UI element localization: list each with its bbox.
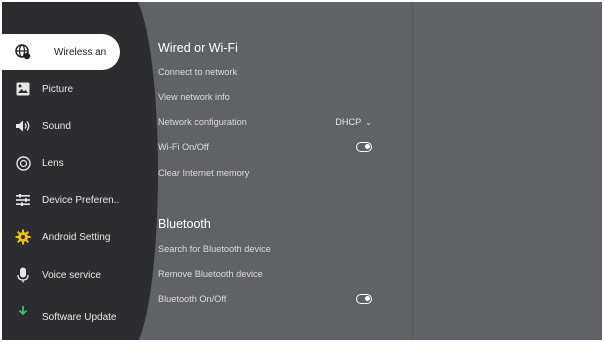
speaker-icon: [15, 118, 31, 134]
chevron-down-icon: ⌄: [365, 117, 372, 127]
sidebar-item-label: Wireless an: [54, 46, 107, 58]
view-network-info-label: View network info: [158, 92, 230, 102]
settings-screen: Wireless an Picture Sound Lens Device Pr…: [2, 2, 602, 340]
sidebar-item-label: Voice service: [42, 269, 101, 281]
bluetooth-section-title: Bluetooth: [158, 217, 211, 231]
view-network-info-item[interactable]: View network info: [158, 92, 372, 102]
picture-icon: [15, 81, 31, 97]
sidebar-item-wireless[interactable]: Wireless an: [2, 34, 120, 70]
sidebar-item-label: Device Preferen..: [42, 194, 120, 206]
connect-to-network-item[interactable]: Connect to network: [158, 67, 372, 77]
toggle-knob: [365, 144, 370, 149]
device-settings-icon: [15, 192, 31, 208]
sidebar-item-device-preferences[interactable]: Device Preferen..: [2, 182, 130, 218]
wired-section-title: Wired or Wi-Fi: [158, 41, 238, 55]
bluetooth-toggle-item[interactable]: Bluetooth On/Off: [158, 294, 372, 304]
download-icon: [15, 304, 31, 320]
lens-icon: [15, 155, 31, 171]
android-gear-icon: [15, 229, 31, 245]
sidebar-item-voice-service[interactable]: Voice service: [2, 257, 130, 293]
wifi-toggle-switch[interactable]: [356, 142, 372, 152]
microphone-icon: [15, 267, 31, 283]
clear-internet-memory-label: Clear Internet memory: [158, 168, 250, 178]
clear-internet-memory-item[interactable]: Clear Internet memory: [158, 168, 372, 178]
remove-bluetooth-label: Remove Bluetooth device: [158, 269, 263, 279]
search-bluetooth-item[interactable]: Search for Bluetooth device: [158, 244, 372, 254]
wifi-globe-icon: [15, 44, 31, 60]
search-bluetooth-label: Search for Bluetooth device: [158, 244, 271, 254]
wifi-toggle-item[interactable]: Wi-Fi On/Off: [158, 142, 372, 152]
sidebar-item-picture[interactable]: Picture: [2, 71, 130, 107]
network-configuration-label: Network configuration: [158, 117, 247, 127]
sidebar-item-label: Sound: [42, 120, 71, 132]
network-configuration-select[interactable]: DHCP ⌄: [335, 117, 372, 127]
sidebar-item-label: Lens: [42, 157, 64, 169]
sidebar-item-label: Software Update: [42, 311, 117, 323]
sidebar-item-lens[interactable]: Lens: [2, 145, 130, 181]
bluetooth-toggle-switch[interactable]: [356, 294, 372, 304]
sidebar-item-label: Picture: [42, 83, 74, 95]
sidebar-item-label: Android Setting: [42, 231, 111, 243]
remove-bluetooth-item[interactable]: Remove Bluetooth device: [158, 269, 372, 279]
wifi-toggle-label: Wi-Fi On/Off: [158, 142, 209, 152]
settings-panel: Wired or Wi-Fi Connect to network View n…: [138, 2, 412, 340]
sidebar-item-software-update[interactable]: Software Update: [2, 294, 130, 330]
bluetooth-toggle-label: Bluetooth On/Off: [158, 294, 227, 304]
network-configuration-item[interactable]: Network configuration DHCP ⌄: [158, 117, 372, 127]
sidebar-item-sound[interactable]: Sound: [2, 108, 130, 144]
toggle-knob: [365, 296, 370, 301]
panel-divider: [412, 2, 413, 340]
connect-to-network-label: Connect to network: [158, 67, 238, 77]
network-configuration-value: DHCP: [335, 117, 362, 127]
sidebar-item-android-settings[interactable]: Android Setting: [2, 219, 130, 255]
